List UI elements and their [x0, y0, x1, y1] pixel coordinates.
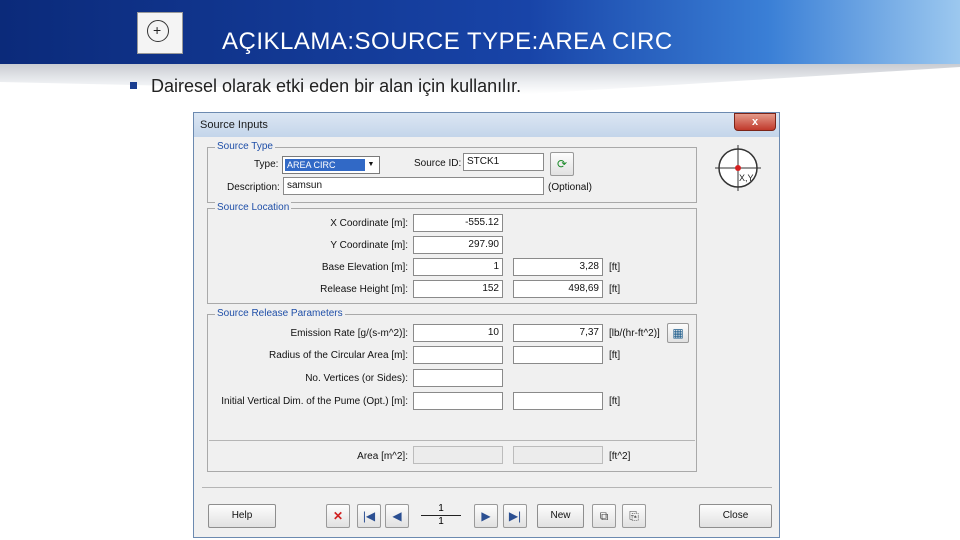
next-record-icon: ▶ — [481, 509, 491, 523]
vertical-dim-label: Initial Vertical Dim. of the Pume (Opt.)… — [221, 396, 408, 407]
last-record-button[interactable]: ▶| — [503, 504, 527, 528]
radius-label: Radius of the Circular Area [m]: — [269, 350, 408, 361]
radius-ft-input[interactable] — [513, 346, 603, 364]
vertical-dim-input[interactable] — [413, 392, 503, 410]
radius-unit: [ft] — [609, 350, 621, 361]
emission-rate-input[interactable]: 10 — [413, 324, 503, 342]
crosshair-xy-icon[interactable]: X,Y — [715, 145, 761, 191]
next-record-button[interactable]: ▶ — [474, 504, 498, 528]
footer-separator — [202, 487, 772, 488]
release-height-unit: [ft] — [609, 284, 621, 295]
copy-button[interactable]: ⧉ — [592, 504, 616, 528]
description-label: Description: — [227, 182, 280, 193]
refresh-button[interactable]: ⟳ — [550, 152, 574, 176]
vertical-dim-unit: [ft] — [609, 396, 621, 407]
bullet-square-icon — [130, 81, 137, 89]
emission-rate-unit: [lb/(hr-ft^2)] — [609, 328, 660, 339]
logo: + — [137, 12, 183, 54]
dialog-titlebar: Source Inputs x — [194, 113, 779, 137]
y-coordinate-label: Y Coordinate [m]: — [330, 240, 408, 251]
chevron-down-icon: ▼ — [367, 161, 375, 168]
source-type-group-label: Source Type — [215, 141, 275, 152]
base-elevation-label: Base Elevation [m]: — [321, 262, 408, 273]
release-height-ft-input[interactable]: 498,69 — [513, 280, 603, 298]
emission-rate-label: Emission Rate [g/(s-m^2)]: — [290, 328, 409, 339]
delete-button[interactable]: ✕ — [326, 504, 350, 528]
record-counter: 1 1 — [417, 503, 465, 529]
area-separator — [209, 440, 695, 441]
logo-circle-icon: + — [147, 20, 169, 42]
first-record-icon: |◀ — [362, 509, 376, 523]
radius-input[interactable] — [413, 346, 503, 364]
area-unit: [ft^2] — [609, 451, 631, 462]
vertices-input[interactable] — [413, 369, 503, 387]
slide-bullet: Dairesel olarak etki eden bir alan için … — [130, 76, 521, 97]
emission-rate-alt-input[interactable]: 7,37 — [513, 324, 603, 342]
previous-record-button[interactable]: ◀ — [385, 504, 409, 528]
last-record-icon: ▶| — [508, 509, 522, 523]
release-parameters-group-label: Source Release Parameters — [215, 308, 345, 319]
x-coordinate-label: X Coordinate [m]: — [330, 218, 408, 229]
base-elevation-ft-input[interactable]: 3,28 — [513, 258, 603, 276]
source-location-group-label: Source Location — [215, 202, 292, 213]
base-elevation-input[interactable]: 1 — [413, 258, 503, 276]
dialog-title: Source Inputs — [200, 119, 268, 131]
record-total: 1 — [438, 516, 444, 527]
close-button[interactable]: Close — [699, 504, 772, 528]
xy-label: X,Y — [739, 173, 754, 183]
new-button[interactable]: New — [537, 504, 584, 528]
record-current: 1 — [438, 503, 444, 514]
paste-button[interactable]: ⎘ — [622, 504, 646, 528]
area-m2-output — [413, 446, 503, 464]
base-elevation-unit: [ft] — [609, 262, 621, 273]
copy-icon: ⧉ — [599, 509, 609, 523]
help-button[interactable]: Help — [208, 504, 276, 528]
calculator-button[interactable]: ▦ — [667, 323, 689, 343]
type-label: Type: — [254, 159, 279, 170]
refresh-icon: ⟳ — [556, 157, 568, 171]
dialog-close-button[interactable]: x — [734, 113, 776, 131]
source-inputs-dialog: Source Inputs x Source Type Type: AREA C… — [193, 112, 780, 538]
previous-record-icon: ◀ — [392, 509, 402, 523]
calculator-icon: ▦ — [672, 326, 684, 340]
vertical-dim-ft-input[interactable] — [513, 392, 603, 410]
delete-x-icon: ✕ — [332, 509, 344, 523]
vertices-label: No. Vertices (or Sides): — [305, 373, 408, 384]
paste-icon: ⎘ — [629, 509, 639, 523]
area-ft2-output — [513, 446, 603, 464]
type-select-value: AREA CIRC — [285, 159, 365, 171]
y-coordinate-input[interactable]: 297.90 — [413, 236, 503, 254]
type-select[interactable]: AREA CIRC ▼ — [282, 156, 380, 174]
description-input[interactable]: samsun — [283, 177, 544, 195]
area-label: Area [m^2]: — [357, 451, 408, 462]
bullet-text: Dairesel olarak etki eden bir alan için … — [151, 76, 522, 96]
source-id-input[interactable]: STCK1 — [463, 153, 544, 171]
release-height-input[interactable]: 152 — [413, 280, 503, 298]
first-record-button[interactable]: |◀ — [357, 504, 381, 528]
optional-label: (Optional) — [548, 182, 592, 193]
x-coordinate-input[interactable]: -555.12 — [413, 214, 503, 232]
slide-title: AÇIKLAMA:SOURCE TYPE:AREA CIRC — [222, 28, 673, 55]
release-height-label: Release Height [m]: — [320, 284, 408, 295]
source-id-label: Source ID: — [414, 158, 462, 169]
